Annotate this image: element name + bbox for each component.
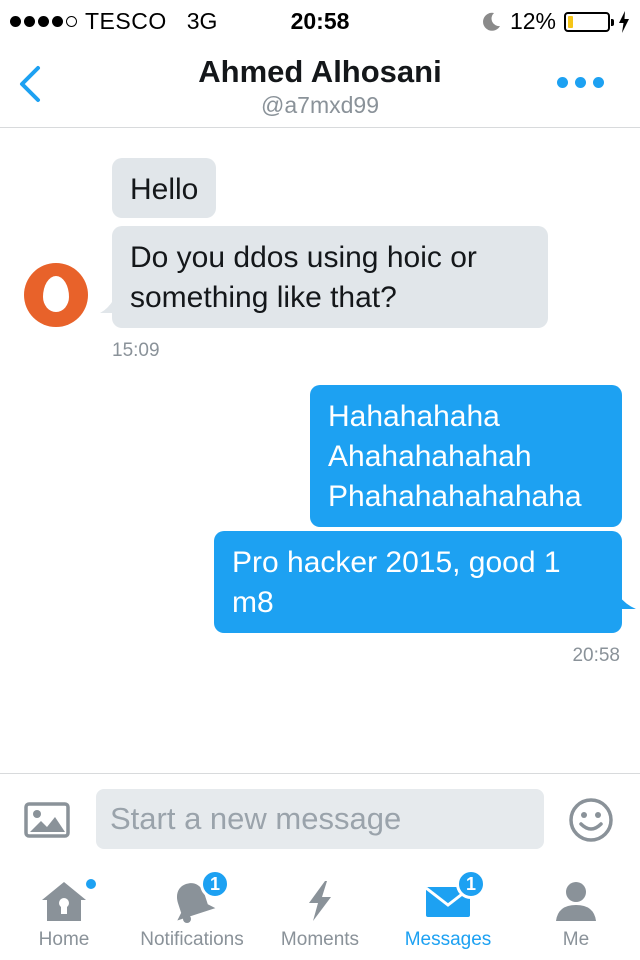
new-content-dot bbox=[84, 877, 98, 891]
message-timestamp: 20:58 bbox=[572, 645, 620, 666]
battery-percent: 12% bbox=[509, 8, 556, 34]
smiley-icon bbox=[569, 798, 613, 842]
message-text: Hello bbox=[130, 173, 199, 206]
home-icon bbox=[42, 882, 86, 921]
message-text: Pro hacker 2015, good 1 m8 bbox=[232, 546, 561, 619]
tab-me[interactable]: Me bbox=[536, 863, 616, 960]
emoji-button[interactable] bbox=[568, 797, 614, 843]
message-timestamp: 15:09 bbox=[112, 340, 160, 361]
tab-label: Messages bbox=[404, 929, 492, 950]
battery-icon bbox=[564, 11, 614, 32]
bubble-tail bbox=[100, 299, 114, 313]
more-dot-icon bbox=[557, 77, 568, 88]
message-line: Phahahahahahaha bbox=[328, 480, 582, 513]
egg-icon bbox=[43, 276, 69, 312]
incoming-message[interactable]: Do you ddos using hoic or something like… bbox=[112, 226, 548, 328]
tab-label: Home bbox=[38, 929, 90, 950]
message-composer bbox=[0, 773, 640, 863]
more-dot-icon bbox=[593, 77, 604, 88]
avatar[interactable] bbox=[24, 263, 88, 327]
incoming-message[interactable]: Hello bbox=[112, 158, 217, 218]
image-icon bbox=[24, 802, 70, 838]
tab-notifications[interactable]: 1 Notifications bbox=[128, 863, 256, 960]
message-input[interactable] bbox=[96, 789, 544, 849]
outgoing-message[interactable]: Pro hacker 2015, good 1 m8 bbox=[214, 531, 622, 633]
contact-name: Ahmed Alhosani bbox=[198, 54, 442, 89]
tab-label: Me bbox=[562, 929, 590, 950]
tab-home[interactable]: Home bbox=[20, 863, 108, 960]
conversation-header: Ahmed Alhosani @a7mxd99 bbox=[0, 40, 640, 128]
more-dot-icon bbox=[575, 77, 586, 88]
tab-messages[interactable]: 1 Messages bbox=[392, 863, 504, 960]
messages-badge: 1 bbox=[456, 869, 486, 899]
outgoing-message[interactable]: Hahahahaha Ahahahahahah Phahahahahahaha bbox=[310, 385, 622, 527]
tab-label: Notifications bbox=[140, 929, 244, 950]
status-bar: TESCO 3G 20:58 12% bbox=[0, 0, 640, 40]
message-text: Do you ddos using hoic or something like… bbox=[130, 241, 477, 314]
bubble-tail bbox=[618, 595, 636, 609]
moon-icon bbox=[483, 12, 500, 31]
add-photo-button[interactable] bbox=[24, 802, 70, 838]
more-options-button[interactable] bbox=[557, 77, 604, 88]
status-right: 12% bbox=[480, 8, 630, 35]
charging-bolt-icon bbox=[619, 10, 629, 33]
tab-moments[interactable]: Moments bbox=[270, 863, 370, 960]
notifications-badge: 1 bbox=[200, 869, 230, 899]
message-thread: Hello Do you ddos using hoic or somethin… bbox=[0, 129, 640, 773]
tab-label: Moments bbox=[280, 929, 360, 950]
message-line: Ahahahahahah bbox=[328, 440, 532, 473]
tab-bar: Home 1 Notifications Moments 1 Messages … bbox=[0, 863, 640, 960]
lightning-icon bbox=[309, 881, 331, 921]
contact-handle: @a7mxd99 bbox=[261, 92, 379, 118]
message-line: Hahahahaha bbox=[328, 400, 500, 433]
person-icon bbox=[556, 882, 596, 921]
